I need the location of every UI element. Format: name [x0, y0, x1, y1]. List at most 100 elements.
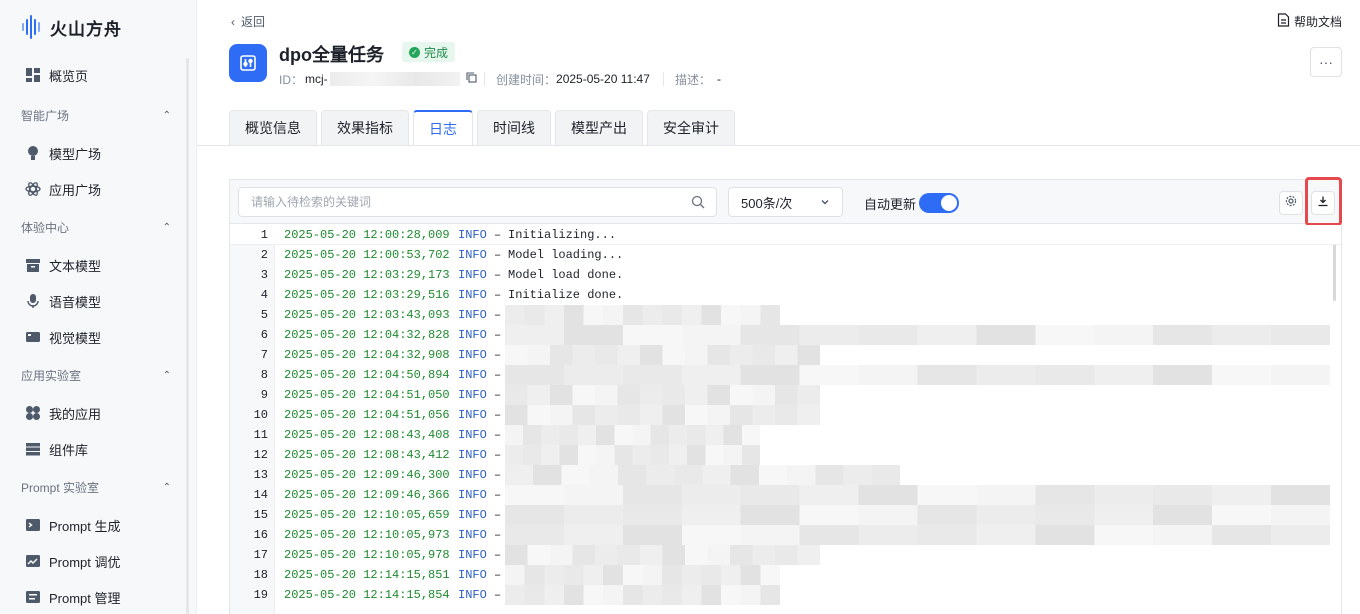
sidebar-group-app-lab[interactable]: 应用实验室 ⌃: [21, 366, 171, 384]
page-size-value: 500条/次: [741, 195, 793, 211]
log-level: INFO: [458, 348, 487, 362]
log-timestamp: 2025-05-20 12:03:43,093: [284, 308, 450, 322]
log-timestamp: 2025-05-20 12:04:32,828: [284, 328, 450, 342]
line-number: 9: [260, 388, 268, 402]
sidebar-item-overview[interactable]: 概览页: [24, 65, 88, 85]
log-line: 9 2025-05-20 12:04:51,050 INFO –: [230, 385, 1341, 405]
back-label: 返回: [241, 15, 266, 29]
log-level: INFO: [458, 288, 487, 302]
log-timestamp: 2025-05-20 12:04:50,894: [284, 368, 450, 382]
tab-timeline[interactable]: 时间线: [477, 110, 551, 145]
log-level: INFO: [458, 548, 487, 562]
video-camera-icon: [24, 329, 41, 346]
tab-overview[interactable]: 概览信息: [229, 110, 317, 145]
redacted-log-message: [505, 505, 1330, 525]
redacted-log-message: [505, 385, 820, 405]
redacted-log-message: [505, 545, 820, 565]
created-label: 创建时间：: [496, 72, 557, 87]
log-level: INFO: [458, 528, 487, 542]
auto-update-toggle[interactable]: [919, 193, 959, 213]
document-icon: [1277, 13, 1290, 30]
brand[interactable]: 火山方舟: [22, 12, 122, 42]
log-viewer[interactable]: 1 2025-05-20 12:00:28,009 INFO – Initializin…: [230, 225, 1341, 614]
log-message: Model load done.: [508, 268, 624, 282]
brand-logo-icon: [22, 14, 42, 40]
tab-bar: 概览信息 效果指标 日志 时间线 模型产出 安全审计: [229, 110, 735, 145]
tab-model-output[interactable]: 模型产出: [555, 110, 643, 145]
page-size-select[interactable]: 500条/次: [728, 187, 843, 217]
dashboard-icon: [24, 67, 41, 84]
log-level: INFO: [458, 588, 487, 602]
task-id: ID： mcj-: [279, 71, 477, 87]
log-line: 14 2025-05-20 12:09:46,366 INFO –: [230, 485, 1341, 505]
sidebar: 火山方舟 概览页 智能广场 ⌃ 模型广场 应用广场 体验中心 ⌃ 文本模型 语音…: [0, 0, 197, 614]
sidebar-item-label: 我的应用: [49, 406, 102, 422]
log-timestamp: 2025-05-20 12:14:15,851: [284, 568, 450, 582]
log-separator: –: [494, 528, 502, 542]
sidebar-item-my-apps[interactable]: 我的应用: [24, 403, 101, 423]
line-number: 18: [253, 568, 268, 582]
sidebar-group-prompt-lab[interactable]: Prompt 实验室 ⌃: [21, 478, 171, 496]
copy-icon[interactable]: [466, 72, 477, 86]
log-line: 10 2025-05-20 12:04:51,056 INFO –: [230, 405, 1341, 425]
redacted-log-message: [505, 445, 760, 465]
created-time: 创建时间： 2025-05-20 11:47: [496, 71, 650, 87]
log-timestamp: 2025-05-20 12:03:29,516: [284, 288, 450, 302]
search-icon[interactable]: [691, 195, 705, 209]
line-number: 13: [253, 468, 268, 482]
toggle-knob: [941, 195, 957, 211]
sidebar-item-text-model[interactable]: 文本模型: [24, 255, 101, 275]
tab-security-audit[interactable]: 安全审计: [647, 110, 735, 145]
id-redacted: [329, 72, 460, 86]
sidebar-item-label: 语音模型: [49, 294, 102, 310]
sidebar-scrollbar[interactable]: [186, 58, 189, 614]
line-number: 19: [253, 588, 268, 602]
log-level: INFO: [458, 508, 487, 522]
sidebar-item-prompt-tune[interactable]: Prompt 调优: [24, 551, 121, 571]
desc-label: 描述：: [675, 72, 712, 87]
sidebar-item-prompt-manage[interactable]: Prompt 管理: [24, 587, 121, 607]
sidebar-item-vision-model[interactable]: 视觉模型: [24, 327, 101, 347]
chart-icon: [24, 553, 41, 570]
line-number: 16: [253, 528, 268, 542]
sidebar-group-smart-square[interactable]: 智能广场 ⌃: [21, 106, 171, 124]
tabs-divider: [197, 145, 1360, 146]
log-level: INFO: [458, 308, 487, 322]
log-separator: –: [494, 568, 502, 582]
log-timestamp: 2025-05-20 12:03:29,173: [284, 268, 450, 282]
task-icon: [229, 44, 267, 82]
log-timestamp: 2025-05-20 12:04:51,056: [284, 408, 450, 422]
more-button[interactable]: ···: [1310, 47, 1342, 77]
back-link[interactable]: ‹ 返回: [231, 13, 265, 30]
log-level: INFO: [458, 248, 487, 262]
sidebar-item-components[interactable]: 组件库: [24, 439, 88, 459]
sidebar-item-label: 模型广场: [49, 146, 102, 162]
log-message: Model loading...: [508, 248, 624, 262]
sidebar-item-prompt-generate[interactable]: Prompt 生成: [24, 515, 121, 535]
log-timestamp: 2025-05-20 12:00:53,702: [284, 248, 450, 262]
settings-button[interactable]: [1279, 191, 1303, 215]
log-separator: –: [494, 368, 502, 382]
sidebar-item-app-square[interactable]: 应用广场: [24, 179, 101, 199]
log-level: INFO: [458, 328, 487, 342]
log-timestamp: 2025-05-20 12:10:05,973: [284, 528, 450, 542]
line-number: 11: [253, 428, 268, 442]
log-separator: –: [494, 488, 502, 502]
id-value: mcj-: [305, 72, 328, 86]
log-line: 5 2025-05-20 12:03:43,093 INFO –: [230, 305, 1341, 325]
search-input[interactable]: [238, 187, 717, 217]
gear-icon: [1285, 194, 1297, 212]
status-label: 完成: [424, 45, 449, 60]
sidebar-item-model-square[interactable]: 模型广场: [24, 143, 101, 163]
meta-divider: [663, 72, 664, 86]
redacted-log-message: [505, 405, 820, 425]
help-docs-link[interactable]: 帮助文档: [1277, 13, 1342, 30]
tab-logs[interactable]: 日志: [413, 110, 473, 145]
sidebar-group-experience[interactable]: 体验中心 ⌃: [21, 218, 171, 236]
log-separator: –: [494, 288, 502, 302]
log-level: INFO: [458, 488, 487, 502]
tab-metrics[interactable]: 效果指标: [321, 110, 409, 145]
description: 描述： -: [675, 71, 721, 87]
sidebar-item-voice-model[interactable]: 语音模型: [24, 291, 101, 311]
log-line: 15 2025-05-20 12:10:05,659 INFO –: [230, 505, 1341, 525]
